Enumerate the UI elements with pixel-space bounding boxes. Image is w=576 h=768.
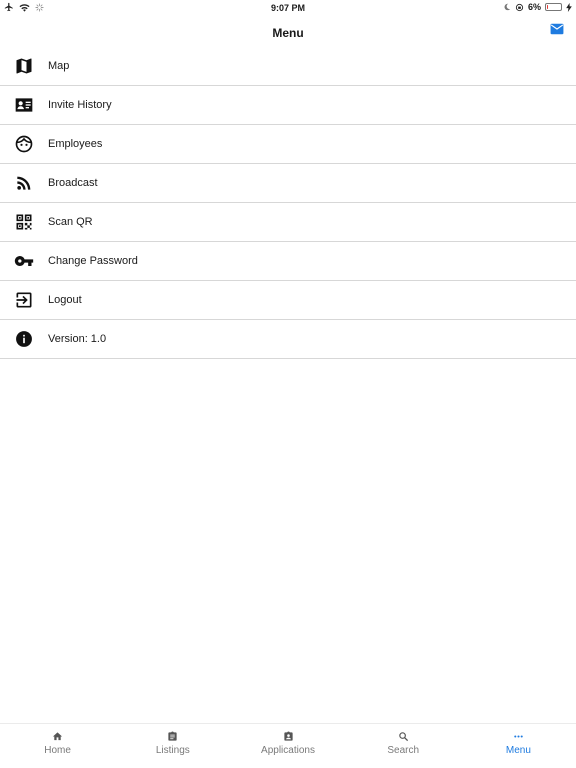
moon-icon (504, 3, 511, 11)
orientation-lock-icon (515, 3, 524, 11)
tab-label: Applications (261, 745, 315, 756)
id-card-icon (0, 95, 48, 115)
tab-menu[interactable]: Menu (461, 724, 576, 768)
menu-item-version[interactable]: Version: 1.0 (0, 320, 576, 359)
battery-percent: 6% (527, 2, 541, 12)
tab-label: Menu (505, 745, 531, 756)
menu-item-label: Employees (48, 138, 103, 150)
tab-search[interactable]: Search (346, 724, 461, 768)
status-time: 9:07 PM (270, 3, 305, 13)
menu-item-label: Logout (48, 294, 82, 306)
menu-item-employees[interactable]: Employees (0, 125, 576, 164)
menu-item-map[interactable]: Map (0, 47, 576, 86)
logout-icon (0, 290, 48, 310)
tab-label: Search (387, 745, 420, 756)
map-icon (0, 56, 48, 76)
menu-item-label: Map (48, 60, 70, 72)
menu-item-scan-qr[interactable]: Scan QR (0, 203, 576, 242)
menu-item-label: Change Password (48, 255, 138, 267)
qr-code-icon (0, 212, 48, 232)
battery-icon (545, 3, 562, 11)
nav-header: Menu (0, 16, 576, 48)
menu-item-label: Broadcast (48, 177, 98, 189)
tab-home[interactable]: Home (0, 724, 115, 768)
page-title: Menu (272, 26, 304, 40)
face-icon (0, 134, 48, 154)
menu-item-label: Version: 1.0 (48, 333, 107, 345)
charging-bolt-icon (566, 2, 572, 12)
key-icon (0, 251, 48, 271)
rss-icon (0, 173, 48, 193)
search-icon (398, 732, 408, 742)
tab-listings[interactable]: Listings (115, 724, 230, 768)
menu-item-change-password[interactable]: Change Password (0, 242, 576, 281)
status-bar: 9:07 PM 6% (0, 0, 576, 16)
menu-list: Map Invite History Employees Broadcast S… (0, 47, 576, 359)
home-icon (53, 732, 63, 741)
menu-item-invite-history[interactable]: Invite History (0, 86, 576, 125)
menu-item-broadcast[interactable]: Broadcast (0, 164, 576, 203)
mail-icon[interactable] (550, 23, 564, 35)
tab-label: Home (44, 745, 71, 756)
info-icon (0, 329, 48, 349)
listings-icon (168, 731, 177, 741)
applications-icon (283, 731, 293, 741)
status-right: 6% (503, 2, 572, 12)
tab-label: Listings (155, 745, 190, 756)
menu-item-logout[interactable]: Logout (0, 281, 576, 320)
tab-applications[interactable]: Applications (230, 724, 345, 768)
battery-fill (547, 5, 548, 9)
more-icon (514, 735, 523, 738)
menu-item-label: Scan QR (48, 216, 93, 228)
menu-item-label: Invite History (48, 99, 112, 111)
tab-bar: Home Listings Applications Search Menu (0, 723, 576, 768)
